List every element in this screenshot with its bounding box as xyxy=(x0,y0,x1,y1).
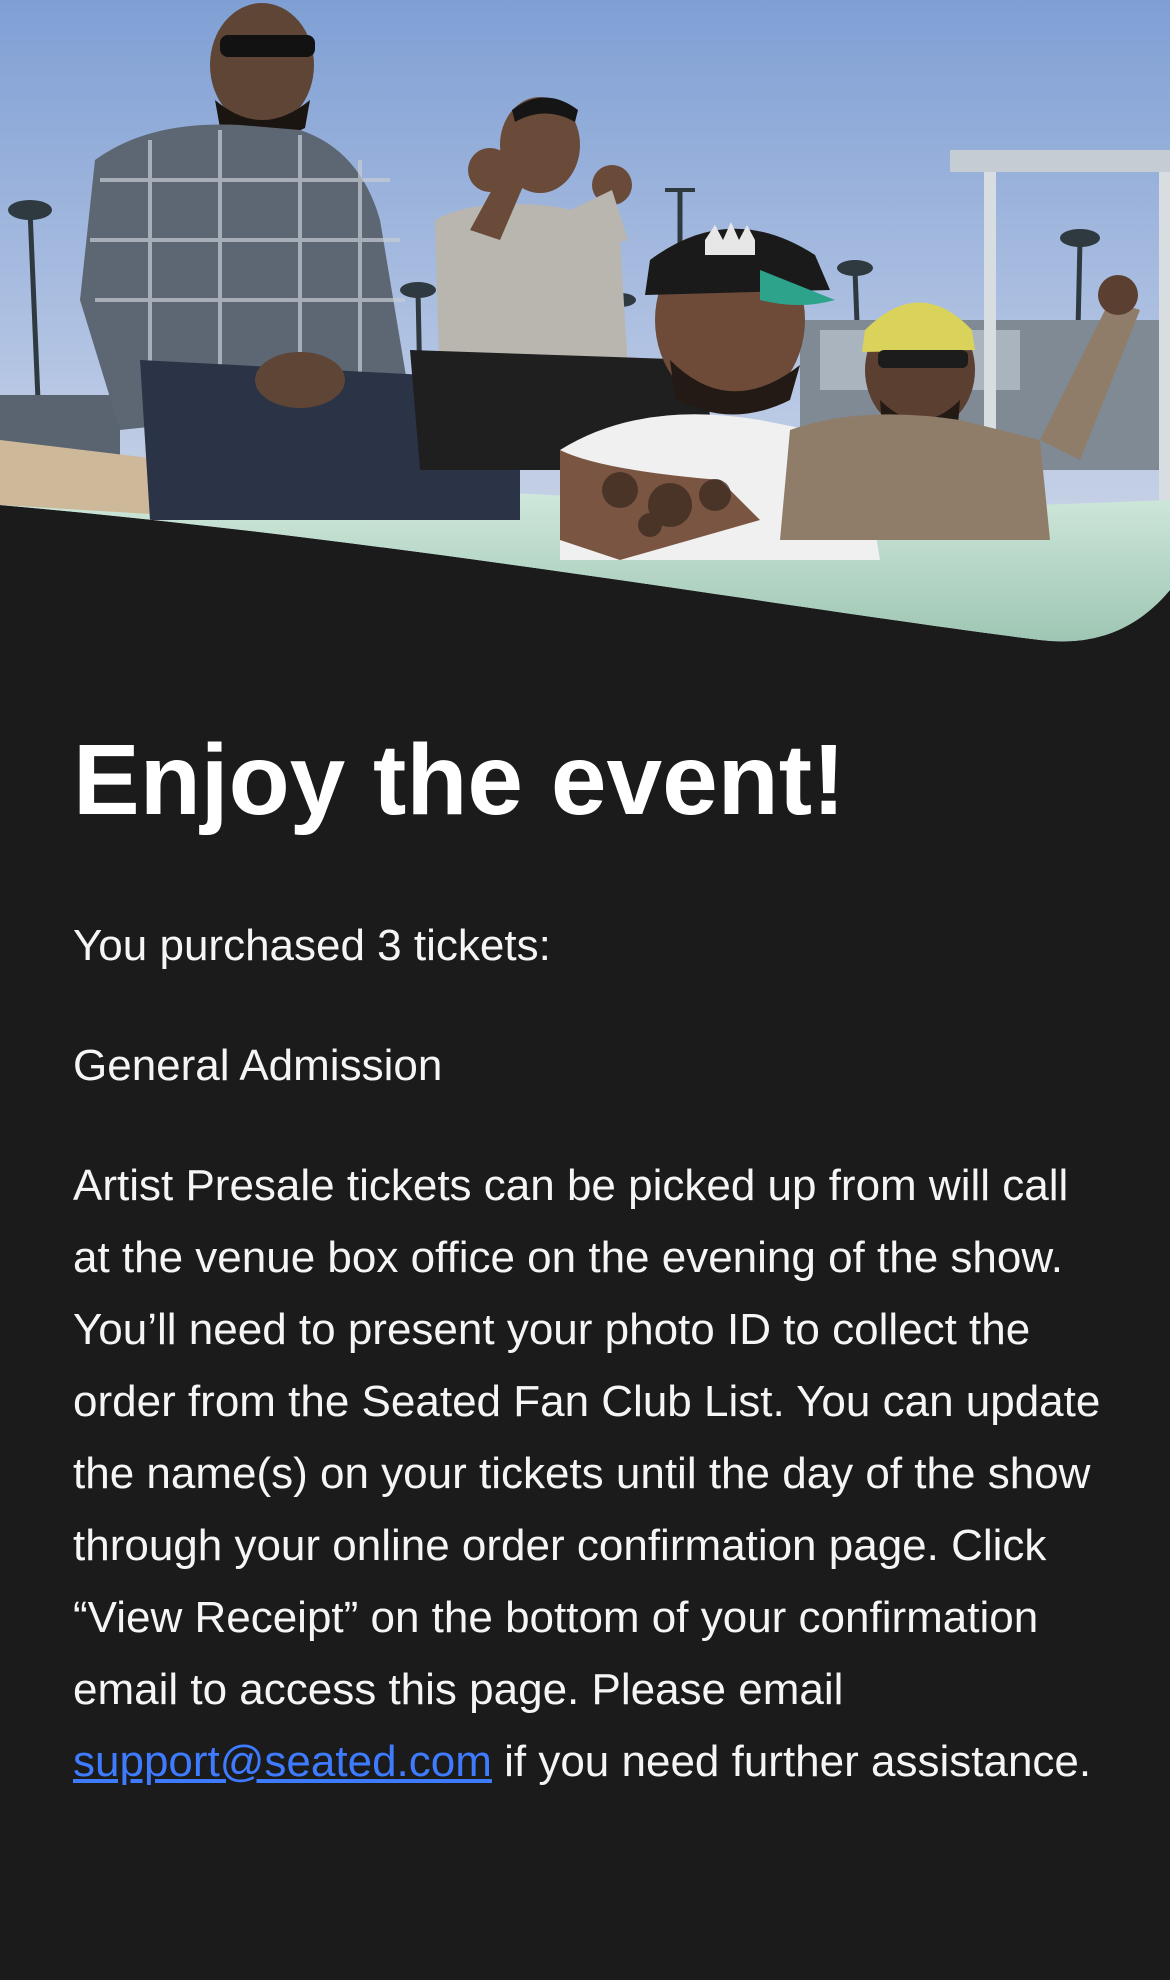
band-photo-hero-image xyxy=(0,0,1170,650)
ticket-type-text: General Admission xyxy=(73,1041,443,1090)
support-email-link[interactable]: support@seated.com xyxy=(73,1737,492,1786)
instructions-text-end: if you need further assistance. xyxy=(491,1737,1092,1786)
pickup-instructions: Artist Presale tickets can be picked up … xyxy=(73,1150,1113,1798)
ticket-count-text: You purchased 3 tickets: xyxy=(73,921,551,970)
instructions-text: Artist Presale tickets can be picked up … xyxy=(73,1161,1101,1714)
confirmation-message: Enjoy the event! You purchased 3 tickets… xyxy=(73,700,1113,1798)
page-title: Enjoy the event! xyxy=(73,724,846,836)
